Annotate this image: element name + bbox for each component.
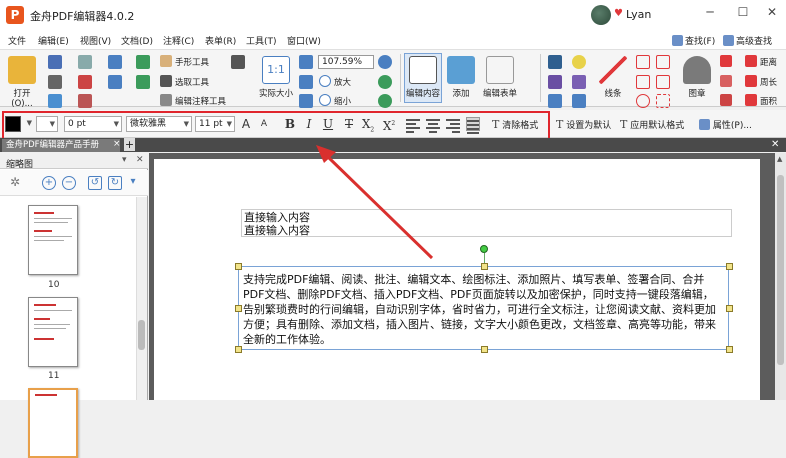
arrow-shaft: [325, 154, 434, 260]
pointer-arrow: [316, 145, 434, 260]
